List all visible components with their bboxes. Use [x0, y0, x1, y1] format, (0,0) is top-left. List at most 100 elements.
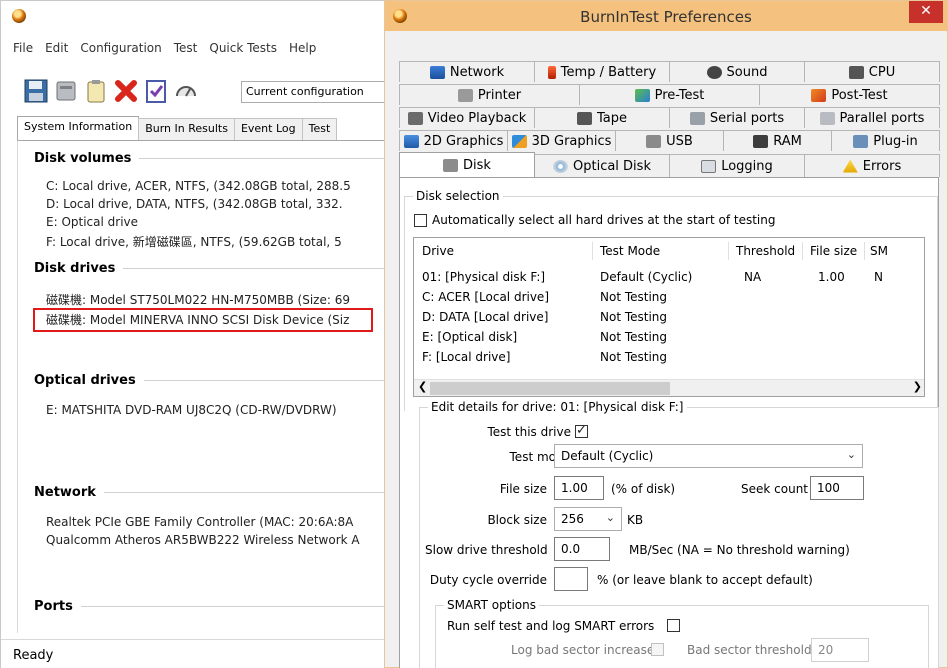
- tab-pre-test[interactable]: Pre-Test: [579, 84, 760, 105]
- tab-event-log[interactable]: Event Log: [233, 118, 303, 140]
- tab-label: Errors: [862, 158, 902, 174]
- tab-label: CPU: [868, 64, 896, 80]
- volume-item: C: Local drive, ACER, NTFS, (342.08GB to…: [46, 179, 351, 193]
- tab-3d-graphics[interactable]: 3D Graphics: [507, 130, 616, 151]
- tab-printer[interactable]: Printer: [399, 84, 580, 105]
- section-title: Network: [34, 485, 96, 500]
- burnintest-app-icon: [12, 9, 26, 23]
- tab-network[interactable]: Network: [399, 61, 535, 82]
- column-file-size[interactable]: File size: [810, 244, 857, 258]
- main-menu-bar: File Edit Configuration Test Quick Tests…: [1, 41, 401, 59]
- stop-x-icon[interactable]: [113, 78, 139, 104]
- tab-disk[interactable]: Disk: [399, 152, 535, 177]
- tab-ram[interactable]: RAM: [723, 130, 832, 151]
- seek-count-input[interactable]: 100: [810, 476, 864, 500]
- volume-item: E: Optical drive: [46, 215, 139, 229]
- tab-optical-disk[interactable]: Optical Disk: [534, 154, 670, 177]
- checklist-icon[interactable]: [143, 78, 169, 104]
- save-icon[interactable]: [23, 78, 49, 104]
- tab-usb[interactable]: USB: [615, 130, 724, 151]
- slow-drive-threshold-unit: MB/Sec (NA = No threshold warning): [629, 543, 850, 557]
- test-mode-dropdown[interactable]: Default (Cyclic) ⌄: [554, 444, 863, 468]
- edit-details-legend: Edit details for drive: 01: [Physical di…: [428, 400, 687, 414]
- tab-burn-in-results[interactable]: Burn In Results: [138, 118, 235, 140]
- log-bad-sector-checkbox[interactable]: [651, 643, 664, 656]
- scroll-right-icon[interactable]: ❯: [913, 380, 922, 393]
- gauge-icon[interactable]: [173, 78, 199, 104]
- menu-test[interactable]: Test: [174, 41, 198, 59]
- block-size-value: 256: [561, 512, 584, 526]
- scroll-left-icon[interactable]: ❮: [418, 380, 427, 393]
- preferences-title-bar[interactable]: BurnInTest Preferences ✕: [385, 1, 947, 31]
- test-this-drive-checkbox[interactable]: [575, 423, 588, 438]
- tab-label: Video Playback: [427, 110, 527, 126]
- tab-serial-ports[interactable]: Serial ports: [669, 107, 805, 128]
- tab-sound[interactable]: Sound: [669, 61, 805, 82]
- tab-cpu[interactable]: CPU: [804, 61, 940, 82]
- slow-drive-threshold-input[interactable]: 0.0: [554, 537, 610, 561]
- post-test-icon: [811, 88, 827, 102]
- tab-row-1: Network Temp / Battery Sound CPU: [399, 61, 940, 82]
- duty-cycle-override-label: Duty cycle override: [429, 573, 547, 587]
- tab-label: Temp / Battery: [560, 64, 657, 80]
- tab-video-playback[interactable]: Video Playback: [399, 107, 535, 128]
- block-size-dropdown[interactable]: 256 ⌄: [554, 507, 622, 531]
- file-size-input[interactable]: 1.00: [554, 476, 604, 500]
- bad-sector-threshold-input[interactable]: 20: [811, 638, 869, 662]
- menu-edit[interactable]: Edit: [45, 41, 68, 59]
- disk-selection-legend: Disk selection: [413, 189, 503, 203]
- tab-plug-in[interactable]: Plug-in: [831, 130, 940, 151]
- tab-tape[interactable]: Tape: [534, 107, 670, 128]
- disk-icon: [443, 158, 459, 172]
- tab-2d-graphics[interactable]: 2D Graphics: [399, 130, 508, 151]
- section-title: Disk drives: [34, 261, 116, 276]
- scrollbar-thumb[interactable]: [430, 382, 670, 395]
- tab-post-test[interactable]: Post-Test: [759, 84, 940, 105]
- tab-parallel-ports[interactable]: Parallel ports: [804, 107, 940, 128]
- column-test-mode[interactable]: Test Mode: [600, 244, 660, 258]
- block-size-unit: KB: [627, 513, 644, 527]
- auto-select-checkbox[interactable]: [414, 214, 427, 227]
- test-mode-cell: Default (Cyclic): [600, 270, 693, 284]
- disk-drive-item: 磁碟機: Model ST750LM022 HN-M750MBB (Size: …: [46, 293, 350, 307]
- film-reel-icon: [407, 111, 423, 125]
- tab-temp-battery[interactable]: Temp / Battery: [534, 61, 670, 82]
- close-button[interactable]: ✕: [909, 1, 943, 23]
- tab-label: 3D Graphics: [531, 133, 612, 149]
- section-ports: Ports: [34, 599, 401, 614]
- seek-count-label: Seek count: [741, 482, 809, 496]
- tab-label: Optical Disk: [573, 158, 651, 174]
- drive-list[interactable]: Drive Test Mode Threshold File size SM 0…: [413, 237, 925, 397]
- clipboard-icon[interactable]: [83, 78, 109, 104]
- horizontal-scrollbar[interactable]: ❮ ❯: [414, 379, 924, 396]
- test-mode-label: Test mode: [509, 450, 571, 464]
- tab-test[interactable]: Test: [301, 118, 338, 140]
- smart-self-test-checkbox[interactable]: [667, 619, 680, 632]
- chevron-down-icon: ⌄: [605, 511, 615, 524]
- section-title: Disk volumes: [34, 151, 132, 166]
- menu-file[interactable]: File: [13, 41, 33, 59]
- optical-disc-icon: [553, 159, 568, 173]
- drive-icon[interactable]: [53, 78, 79, 104]
- tab-label: 2D Graphics: [423, 133, 504, 149]
- menu-configuration[interactable]: Configuration: [80, 41, 161, 59]
- duty-cycle-override-input[interactable]: [554, 567, 588, 591]
- monitor-icon: [403, 134, 419, 148]
- tab-errors[interactable]: Errors: [804, 154, 940, 177]
- smart-options-legend: SMART options: [444, 598, 539, 612]
- column-threshold[interactable]: Threshold: [736, 244, 795, 258]
- tab-row-4: 2D Graphics 3D Graphics USB RAM Plug-in: [399, 130, 940, 151]
- test-mode-cell: Not Testing: [600, 330, 668, 344]
- tab-logging[interactable]: Logging: [669, 154, 805, 177]
- menu-quick-tests[interactable]: Quick Tests: [209, 41, 277, 59]
- tab-system-information[interactable]: System Information: [17, 116, 140, 140]
- duty-cycle-override-unit: % (or leave blank to accept default): [597, 573, 813, 587]
- column-smart[interactable]: SM: [870, 244, 888, 258]
- section-disk-drives: Disk drives: [34, 261, 401, 276]
- serial-port-icon: [689, 111, 705, 125]
- ram-stick-icon: [753, 134, 769, 148]
- configuration-select[interactable]: Current configuration: [241, 81, 401, 103]
- column-drive[interactable]: Drive: [422, 244, 454, 258]
- menu-help[interactable]: Help: [289, 41, 316, 59]
- tab-label: Post-Test: [831, 87, 888, 103]
